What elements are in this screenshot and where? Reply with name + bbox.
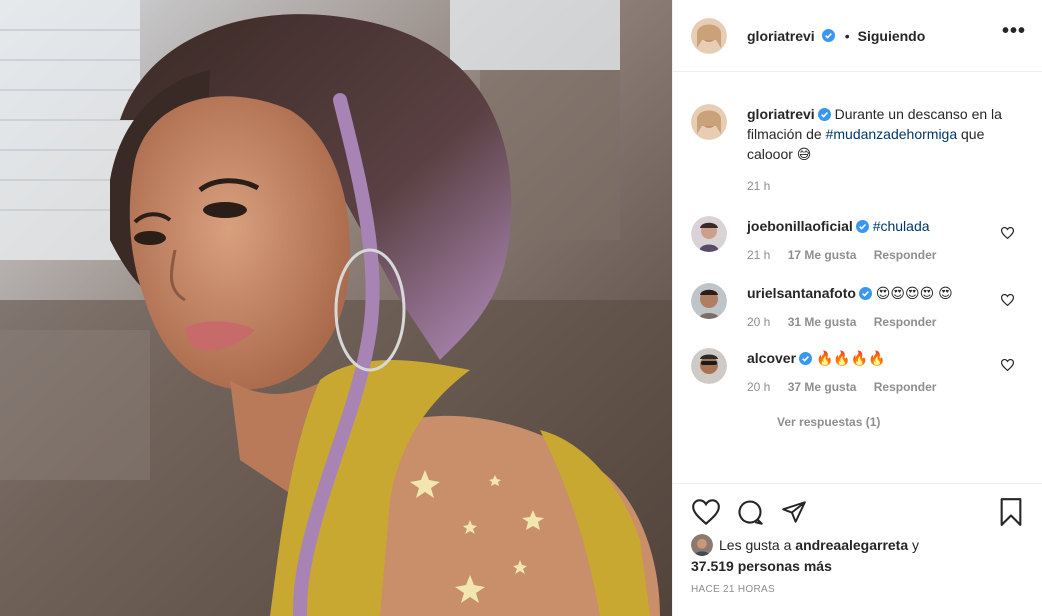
comment-item: joebonillaoficial #chulada 21 h 17 Me gu… xyxy=(691,216,1026,265)
caption-username[interactable]: gloriatrevi xyxy=(747,106,815,122)
caption: gloriatrevi Durante un descanso en la fi… xyxy=(691,104,1026,196)
post-photo[interactable] xyxy=(0,0,672,616)
heart-icon[interactable] xyxy=(691,497,721,527)
likes-conj: y xyxy=(912,536,920,553)
heart-icon[interactable] xyxy=(1000,293,1015,309)
heart-icon[interactable] xyxy=(1000,358,1015,374)
verified-icon xyxy=(799,350,813,365)
commenter-avatar[interactable] xyxy=(691,348,727,384)
likes-summary: Les gusta a andreaalegarreta y 37.519 pe… xyxy=(691,534,1026,577)
verified-icon xyxy=(855,218,869,233)
verified-icon xyxy=(821,29,835,42)
liker-username[interactable]: andreaalegarreta xyxy=(795,535,908,556)
more-icon[interactable]: ••• xyxy=(1002,20,1026,51)
caption-avatar[interactable] xyxy=(691,104,727,140)
action-bar xyxy=(673,483,1042,540)
reply-button[interactable]: Responder xyxy=(874,315,937,329)
author-avatar[interactable] xyxy=(691,17,727,54)
comment-likes[interactable]: 37 Me gusta xyxy=(788,380,857,394)
comment-likes[interactable]: 31 Me gusta xyxy=(788,315,857,329)
comment-username[interactable]: urielsantanafoto xyxy=(747,285,856,301)
comment-likes[interactable]: 17 Me gusta xyxy=(788,248,857,262)
separator-dot: • xyxy=(844,27,850,44)
view-replies-link[interactable]: Ver respuestas (1) xyxy=(777,415,1026,429)
comment-time: 20 h xyxy=(747,380,771,394)
likes-prefix: Les gusta a xyxy=(719,536,792,553)
heart-icon[interactable] xyxy=(1000,226,1015,242)
post-timestamp[interactable]: HACE 21 HORAS xyxy=(691,584,775,595)
verified-icon xyxy=(817,106,831,121)
reply-button[interactable]: Responder xyxy=(874,380,937,394)
share-icon[interactable] xyxy=(779,497,809,527)
reply-button[interactable]: Responder xyxy=(874,248,937,262)
post-header: gloriatrevi • Siguiendo ••• xyxy=(673,0,1042,72)
likes-count[interactable]: 37.519 personas más xyxy=(691,556,1026,577)
following-button[interactable]: Siguiendo xyxy=(858,28,926,44)
caption-hashtag[interactable]: #mudanzadehormiga xyxy=(826,126,958,142)
verified-icon xyxy=(858,285,872,300)
author-username[interactable]: gloriatrevi xyxy=(747,28,815,44)
comment-time: 21 h xyxy=(747,248,771,262)
comment-time: 20 h xyxy=(747,315,771,329)
commenter-avatar[interactable] xyxy=(691,216,727,252)
comment-icon[interactable] xyxy=(735,497,765,527)
comment-username[interactable]: joebonillaoficial xyxy=(747,218,853,234)
comments-list[interactable]: gloriatrevi Durante un descanso en la fi… xyxy=(673,73,1042,483)
comment-username[interactable]: alcover xyxy=(747,350,796,366)
comment-text[interactable]: #chulada xyxy=(873,218,930,234)
post-sidebar: gloriatrevi • Siguiendo ••• gloriatrevi … xyxy=(672,0,1042,616)
liker-avatar[interactable] xyxy=(691,534,713,556)
comment-text: 😍😍😍😍 😍 xyxy=(875,285,953,301)
portrait-image xyxy=(0,0,672,616)
instagram-post: gloriatrevi • Siguiendo ••• gloriatrevi … xyxy=(0,0,1042,616)
comment-text: 🔥🔥🔥🔥 xyxy=(815,350,886,366)
bookmark-icon[interactable] xyxy=(996,497,1026,527)
comment-item: alcover 🔥🔥🔥🔥 20 h 37 Me gusta Responder xyxy=(691,348,1026,397)
comment-item: urielsantanafoto 😍😍😍😍 😍 20 h 31 Me gusta… xyxy=(691,283,1026,332)
caption-time: 21 h xyxy=(747,179,771,193)
commenter-avatar[interactable] xyxy=(691,283,727,319)
